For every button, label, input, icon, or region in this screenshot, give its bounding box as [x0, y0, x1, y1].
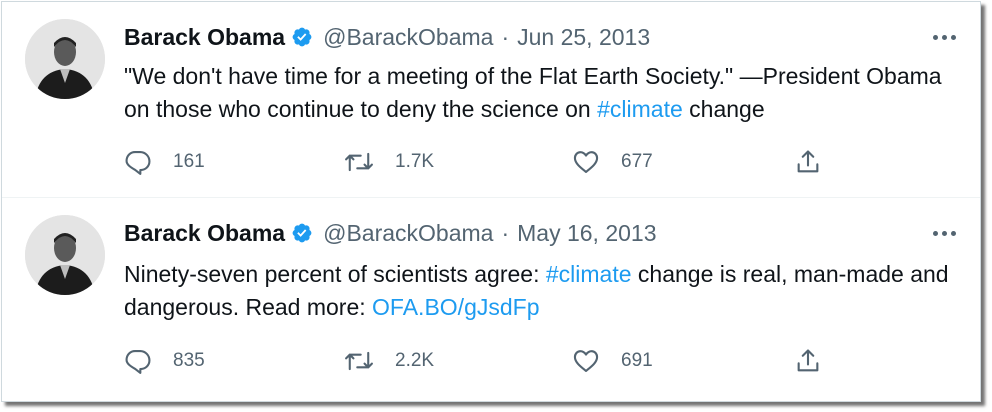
separator-dot: ·	[501, 220, 510, 246]
reply-count: 835	[173, 350, 205, 371]
tweet[interactable]: Barack Obama @BarackObama · May 16, 2013…	[2, 198, 980, 401]
tweet[interactable]: Barack Obama @BarackObama · Jun 25, 2013…	[2, 2, 980, 198]
tweet-header: Barack Obama @BarackObama · Jun 25, 2013	[124, 22, 650, 52]
tweet-actions: 161 1.7K 677	[124, 144, 844, 180]
share-button[interactable]	[794, 343, 822, 379]
tweet-date[interactable]: May 16, 2013	[517, 218, 656, 248]
author-name[interactable]: Barack Obama	[124, 218, 285, 248]
avatar[interactable]	[25, 19, 105, 99]
like-count: 677	[621, 151, 653, 172]
hashtag-link[interactable]: #climate	[597, 96, 683, 122]
verified-badge-icon	[291, 222, 313, 244]
tweet-text-part: change	[682, 96, 765, 122]
tweet-date[interactable]: Jun 25, 2013	[517, 22, 650, 52]
author-name[interactable]: Barack Obama	[124, 22, 285, 52]
tweet-header: Barack Obama @BarackObama · May 16, 2013	[124, 218, 657, 248]
tweet-text-part: Ninety-seven percent of scientists agree…	[124, 261, 546, 287]
author-handle[interactable]: @BarackObama	[323, 218, 493, 248]
retweet-count: 2.2K	[395, 350, 435, 371]
reply-button[interactable]: 835	[124, 343, 205, 379]
avatar[interactable]	[25, 215, 105, 295]
reply-count: 161	[173, 151, 205, 172]
share-button[interactable]	[794, 144, 822, 180]
verified-badge-icon	[291, 26, 313, 48]
retweet-button[interactable]: 1.7K	[344, 144, 434, 180]
hashtag-link[interactable]: #climate	[546, 261, 632, 287]
more-options-icon[interactable]	[933, 220, 956, 246]
like-button[interactable]: 677	[572, 144, 653, 180]
tweet-text: Ninety-seven percent of scientists agree…	[124, 258, 954, 324]
author-handle[interactable]: @BarackObama	[323, 22, 493, 52]
article-link[interactable]: OFA.BO/gJsdFp	[372, 294, 539, 320]
separator-dot: ·	[501, 24, 510, 50]
retweet-button[interactable]: 2.2K	[344, 343, 434, 379]
reply-icon	[124, 148, 152, 176]
like-count: 691	[621, 350, 653, 371]
like-button[interactable]: 691	[572, 343, 653, 379]
tweet-text: "We don't have time for a meeting of the…	[124, 60, 954, 126]
retweet-count: 1.7K	[395, 151, 435, 172]
more-options-icon[interactable]	[933, 24, 956, 50]
heart-icon	[572, 148, 600, 176]
share-icon	[794, 347, 822, 375]
tweet-text-part: "We don't have time for a meeting of the…	[124, 63, 942, 122]
retweet-icon	[344, 347, 374, 375]
retweet-icon	[344, 148, 374, 176]
tweet-list: Barack Obama @BarackObama · Jun 25, 2013…	[1, 1, 981, 402]
share-icon	[794, 148, 822, 176]
reply-button[interactable]: 161	[124, 144, 205, 180]
reply-icon	[124, 347, 152, 375]
tweet-actions: 835 2.2K 691	[124, 343, 844, 379]
heart-icon	[572, 347, 600, 375]
